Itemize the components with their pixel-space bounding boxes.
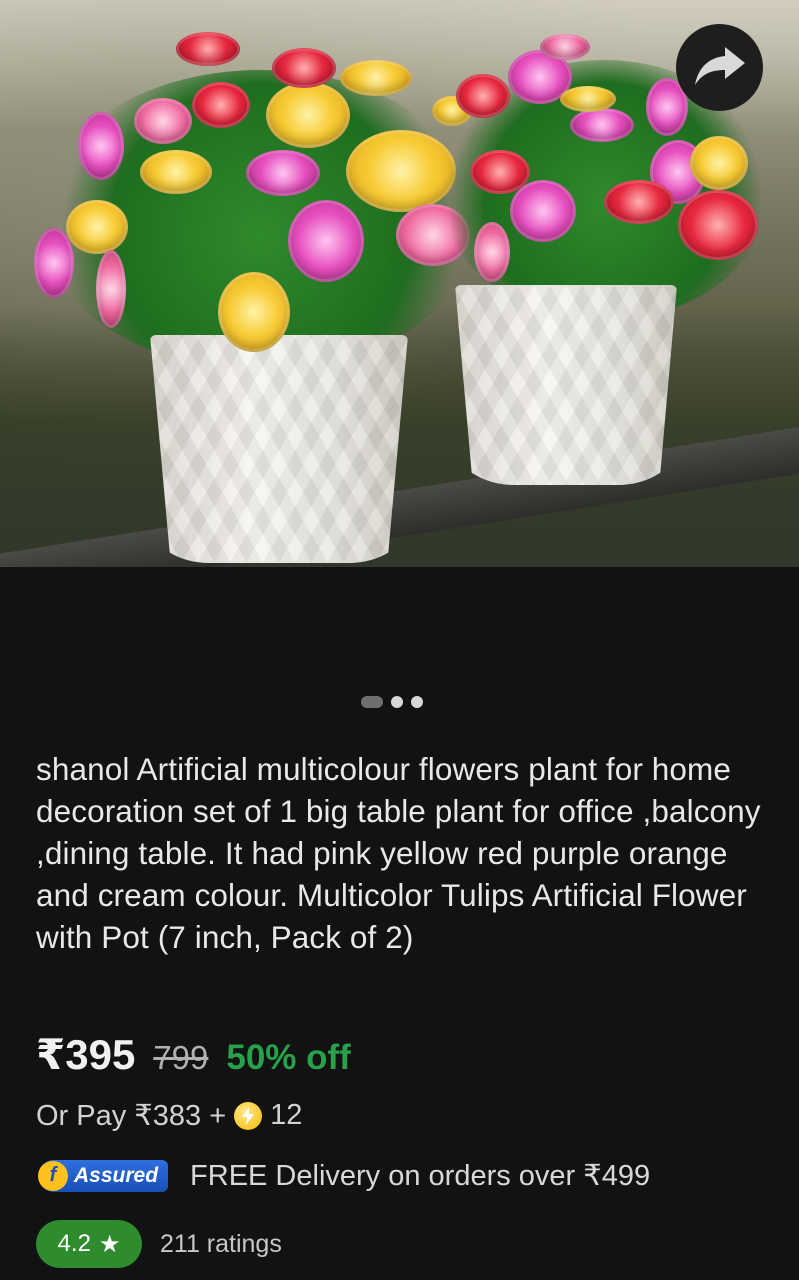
- share-arrow-icon: [693, 43, 747, 92]
- carousel-dot[interactable]: [411, 696, 423, 708]
- flower: [218, 272, 290, 352]
- flower: [246, 150, 320, 196]
- rating-badge[interactable]: 4.2 ★: [36, 1220, 142, 1268]
- rating-value: 4.2: [57, 1230, 91, 1257]
- rating-row[interactable]: 4.2 ★ 211 ratings: [36, 1220, 282, 1268]
- flower: [66, 200, 128, 254]
- flower: [340, 60, 412, 96]
- flower: [78, 112, 124, 180]
- flower: [134, 98, 192, 144]
- flower: [266, 82, 350, 148]
- carousel-indicator: [361, 696, 423, 708]
- star-icon: ★: [98, 1230, 121, 1258]
- original-price: 799: [153, 1039, 209, 1076]
- flower: [604, 180, 674, 224]
- lightning-coin-icon: [234, 1101, 263, 1130]
- assured-badge[interactable]: f Assured: [38, 1159, 169, 1192]
- flower: [456, 74, 510, 118]
- pay-with-supercoins[interactable]: Or Pay ₹383 + 12: [36, 1098, 302, 1133]
- product-image[interactable]: [0, 0, 799, 567]
- flower: [560, 86, 616, 112]
- flower: [34, 228, 74, 298]
- flower: [192, 82, 250, 128]
- selling-price: ₹395: [36, 1031, 136, 1078]
- flower: [678, 190, 758, 260]
- flower: [570, 108, 634, 142]
- pay-with-text: Or Pay ₹383 +: [36, 1100, 227, 1132]
- assured-logo-icon: f: [38, 1160, 68, 1191]
- assured-row: f Assured FREE Delivery on orders over ₹…: [38, 1158, 650, 1193]
- flower: [690, 136, 748, 190]
- white-pot-small: [455, 285, 677, 485]
- assured-label: Assured: [74, 1163, 159, 1187]
- white-pot-large: [150, 335, 408, 563]
- flower: [470, 150, 530, 194]
- ratings-count: 211 ratings: [160, 1229, 282, 1258]
- flower: [176, 32, 240, 66]
- flower: [540, 34, 590, 60]
- flower: [96, 250, 126, 328]
- share-button[interactable]: [676, 24, 763, 111]
- supercoin-count: 12: [270, 1099, 303, 1131]
- flower: [140, 150, 212, 194]
- product-title: shanol Artificial multicolour flowers pl…: [36, 751, 761, 955]
- delivery-text: FREE Delivery on orders over ₹499: [190, 1160, 651, 1192]
- discount-label: 50% off: [226, 1038, 351, 1077]
- carousel-dot-active[interactable]: [361, 696, 383, 708]
- carousel-dot[interactable]: [391, 696, 403, 708]
- flower: [474, 222, 510, 282]
- flower: [288, 200, 364, 282]
- flower: [510, 180, 576, 242]
- price-row: ₹395 799 50% off: [36, 1030, 351, 1079]
- flower: [272, 48, 336, 88]
